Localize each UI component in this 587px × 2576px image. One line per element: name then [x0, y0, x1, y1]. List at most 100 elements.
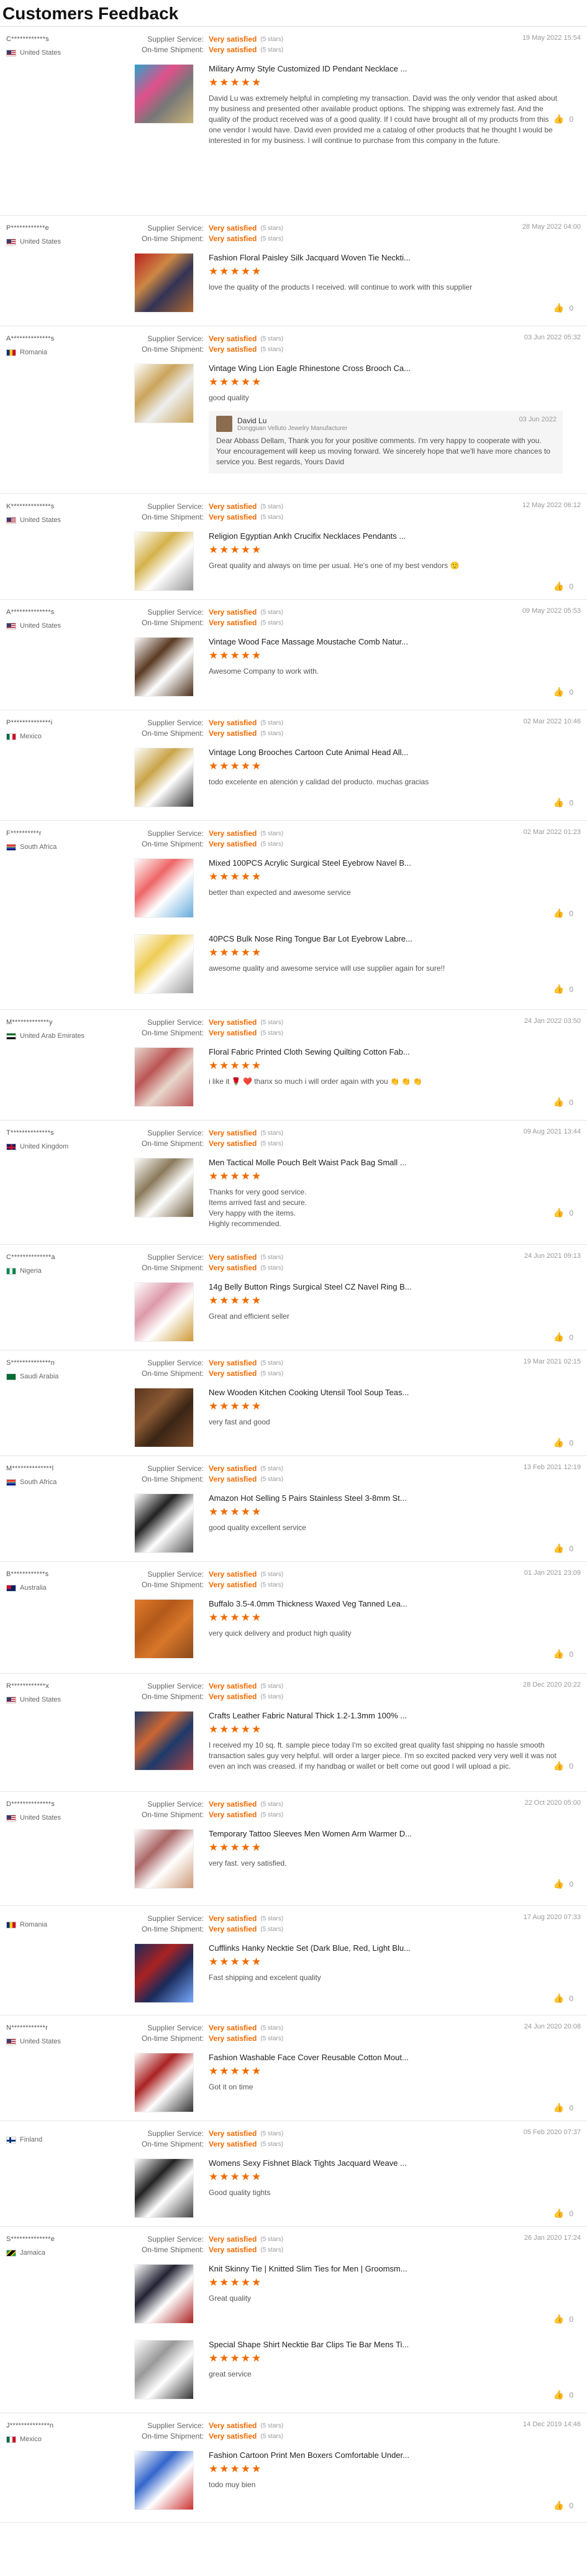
country-flag-icon: [6, 49, 16, 57]
helpful-vote[interactable]: 👍 0: [553, 303, 573, 313]
product-title-link[interactable]: New Wooden Kitchen Cooking Utensil Tool …: [209, 1388, 563, 1397]
thumbs-up-icon[interactable]: 👍: [553, 1208, 564, 1218]
product-title-link[interactable]: Vintage Wing Lion Eagle Rhinestone Cross…: [209, 364, 563, 373]
helpful-vote[interactable]: 👍 0: [553, 797, 573, 808]
product-title-link[interactable]: Floral Fabric Printed Cloth Sewing Quilt…: [209, 1047, 563, 1057]
helpful-vote[interactable]: 👍 0: [553, 1437, 573, 1448]
helpful-vote[interactable]: 👍 0: [553, 1879, 573, 1889]
helpful-vote[interactable]: 👍 0: [553, 1208, 573, 1218]
helpful-vote[interactable]: 👍 0: [553, 114, 573, 124]
product-thumbnail[interactable]: [134, 253, 194, 313]
thumbs-up-icon[interactable]: 👍: [553, 114, 564, 124]
helpful-vote[interactable]: 👍 0: [553, 2500, 573, 2511]
product-title-link[interactable]: Fashion Washable Face Cover Reusable Cot…: [209, 2053, 563, 2062]
buyer-name: C**************a: [6, 1254, 55, 1261]
product-title-link[interactable]: Fashion Floral Paisley Silk Jacquard Wov…: [209, 253, 563, 262]
helpful-vote[interactable]: 👍 0: [553, 1543, 573, 1554]
product-star-rating: ★★★★★: [209, 871, 263, 882]
product-thumbnail[interactable]: [134, 64, 194, 124]
product-thumbnail[interactable]: [134, 748, 194, 807]
product-title-link[interactable]: 14g Belly Button Rings Surgical Steel CZ…: [209, 1282, 563, 1291]
product-title-link[interactable]: Vintage Long Brooches Cartoon Cute Anima…: [209, 748, 563, 757]
product-thumbnail[interactable]: [134, 1282, 194, 1342]
product-thumbnail[interactable]: [134, 1943, 194, 2003]
product-title-link[interactable]: Military Army Style Customized ID Pendan…: [209, 64, 563, 73]
rating-ontime-shipment: On-time Shipment: Very satisfied (5 star…: [124, 234, 286, 244]
rating-supplier-service: Supplier Service: Very satisfied (5 star…: [124, 1799, 286, 1810]
product-thumbnail[interactable]: [134, 2264, 194, 2324]
helpful-vote[interactable]: 👍 0: [553, 687, 573, 697]
product-thumbnail[interactable]: [134, 1493, 194, 1553]
helpful-vote[interactable]: 👍 0: [553, 1097, 573, 1107]
thumbs-up-icon[interactable]: 👍: [553, 303, 564, 313]
thumbs-up-icon[interactable]: 👍: [553, 2314, 564, 2324]
thumbs-up-icon[interactable]: 👍: [553, 908, 564, 919]
product-thumbnail[interactable]: [134, 2053, 194, 2112]
country-flag-icon: [6, 1921, 16, 1928]
rating-supplier-service: Supplier Service: Very satisfied (5 star…: [124, 34, 286, 45]
product-thumbnail[interactable]: [134, 2340, 194, 2400]
helpful-vote[interactable]: 👍 0: [553, 1649, 573, 1659]
product-thumbnail[interactable]: [134, 531, 194, 591]
product-thumbnail[interactable]: [134, 1047, 194, 1107]
rating-value: Very satisfied: [209, 729, 257, 738]
thumbs-up-icon[interactable]: 👍: [553, 1543, 564, 1554]
helpful-vote[interactable]: 👍 0: [553, 1332, 573, 1342]
product-title-link[interactable]: Cufflinks Hanky Necktie Set (Dark Blue, …: [209, 1943, 563, 1953]
feedback-comment: very quick delivery and product high qua…: [209, 1629, 352, 1638]
rating-value: Very satisfied: [209, 1129, 257, 1137]
helpful-vote[interactable]: 👍 0: [553, 2314, 573, 2324]
rating-ontime-shipment: On-time Shipment: Very satisfied (5 star…: [124, 2139, 286, 2150]
product-title-link[interactable]: Womens Sexy Fishnet Black Tights Jacquar…: [209, 2158, 563, 2168]
product-title-link[interactable]: Amazon Hot Selling 5 Pairs Stainless Ste…: [209, 1493, 563, 1503]
product-title-link[interactable]: Crafts Leather Fabric Natural Thick 1.2-…: [209, 1711, 563, 1720]
helpful-vote[interactable]: 👍 0: [553, 908, 573, 919]
thumbs-up-icon[interactable]: 👍: [553, 687, 564, 697]
product-title-link[interactable]: Special Shape Shirt Necktie Bar Clips Ti…: [209, 2340, 563, 2349]
helpful-vote[interactable]: 👍 0: [553, 1761, 573, 1771]
helpful-vote[interactable]: 👍 0: [553, 984, 573, 994]
thumbs-up-icon[interactable]: 👍: [553, 797, 564, 808]
thumbs-up-icon[interactable]: 👍: [553, 2102, 564, 2113]
product-thumbnail[interactable]: [134, 934, 194, 994]
product-thumbnail[interactable]: [134, 1158, 194, 1217]
thumbs-up-icon[interactable]: 👍: [553, 2500, 564, 2511]
product-title-link[interactable]: Fashion Cartoon Print Men Boxers Comfort…: [209, 2450, 563, 2460]
rating-value: Very satisfied: [209, 618, 257, 627]
product-thumbnail[interactable]: [134, 1388, 194, 1447]
product-title-link[interactable]: Knit Skinny Tie | Knitted Slim Ties for …: [209, 2264, 563, 2273]
product-title-link[interactable]: Men Tactical Molle Pouch Belt Waist Pack…: [209, 1158, 563, 1167]
product-title-link[interactable]: Mixed 100PCS Acrylic Surgical Steel Eyeb…: [209, 858, 563, 868]
helpful-vote[interactable]: 👍 0: [553, 2208, 573, 2219]
thumbs-up-icon[interactable]: 👍: [553, 2390, 564, 2400]
product-thumbnail[interactable]: [134, 1829, 194, 1889]
rating-label: Supplier Service:: [147, 1359, 204, 1367]
product-star-rating: ★★★★★: [209, 2352, 263, 2364]
helpful-vote[interactable]: 👍 0: [553, 2390, 573, 2400]
product-title-link[interactable]: Religion Egyptian Ankh Crucifix Necklace…: [209, 531, 563, 541]
product-thumbnail[interactable]: [134, 1711, 194, 1771]
product-title-link[interactable]: 40PCS Bulk Nose Ring Tongue Bar Lot Eyeb…: [209, 934, 563, 943]
thumbs-up-icon[interactable]: 👍: [553, 1993, 564, 2004]
product-thumbnail[interactable]: [134, 637, 194, 697]
product-title-link[interactable]: Buffalo 3.5-4.0mm Thickness Waxed Veg Ta…: [209, 1599, 563, 1608]
product-thumbnail[interactable]: [134, 858, 194, 918]
helpful-vote[interactable]: 👍 0: [553, 1993, 573, 2004]
thumbs-up-icon[interactable]: 👍: [553, 2208, 564, 2219]
product-thumbnail[interactable]: [134, 1599, 194, 1659]
helpful-vote[interactable]: 👍 0: [553, 581, 573, 592]
product-title-link[interactable]: Temporary Tattoo Sleeves Men Women Arm W…: [209, 1829, 563, 1838]
thumbs-up-icon[interactable]: 👍: [553, 984, 564, 994]
product-thumbnail[interactable]: [134, 2158, 194, 2218]
product-thumbnail[interactable]: [134, 2450, 194, 2510]
thumbs-up-icon[interactable]: 👍: [553, 1437, 564, 1448]
product-title-link[interactable]: Vintage Wood Face Massage Moustache Comb…: [209, 637, 563, 646]
thumbs-up-icon[interactable]: 👍: [553, 581, 564, 592]
thumbs-up-icon[interactable]: 👍: [553, 1097, 564, 1107]
product-thumbnail[interactable]: [134, 364, 194, 423]
thumbs-up-icon[interactable]: 👍: [553, 1761, 564, 1771]
helpful-vote[interactable]: 👍 0: [553, 2102, 573, 2113]
thumbs-up-icon[interactable]: 👍: [553, 1879, 564, 1889]
thumbs-up-icon[interactable]: 👍: [553, 1649, 564, 1659]
thumbs-up-icon[interactable]: 👍: [553, 1332, 564, 1342]
